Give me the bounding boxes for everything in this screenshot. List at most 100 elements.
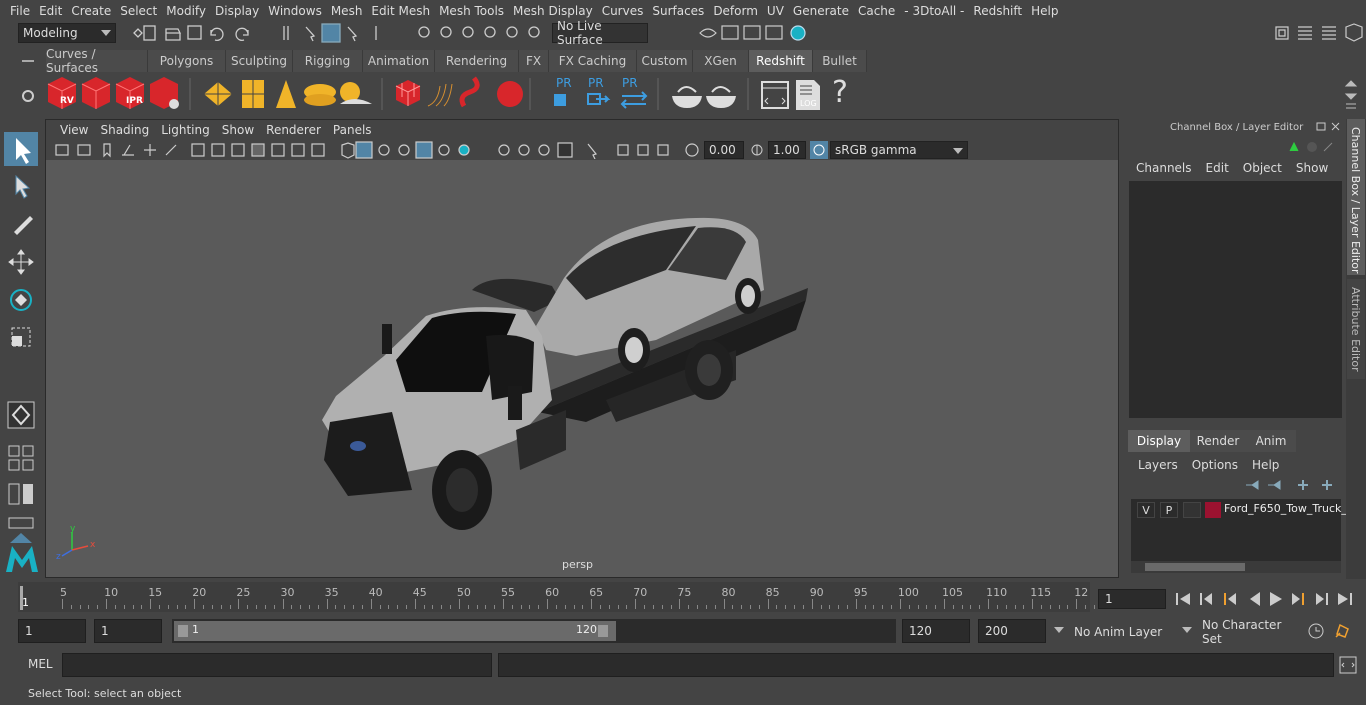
timeline-tick-mark [547,599,549,609]
menu-deform[interactable]: Deform [709,4,763,18]
tab-fx[interactable]: FX [519,50,549,72]
menu-select[interactable]: Select [116,4,162,18]
layer-menu-layers[interactable]: Layers [1138,458,1178,472]
tab-rigging[interactable]: Rigging [293,50,363,72]
timeline-minor-tick [353,605,355,609]
tab-fx-caching[interactable]: FX Caching [549,50,637,72]
start-time-field[interactable]: 1 [18,619,86,643]
range-slider-end-grip[interactable] [598,625,608,637]
menu-generate[interactable]: Generate [789,4,854,18]
vp-menu-show[interactable]: Show [216,123,260,137]
mel-label[interactable]: MEL [28,657,53,671]
current-frame-field[interactable]: 1 [1098,589,1166,609]
timeline-tick-label: 50 [456,586,471,599]
menu-display[interactable]: Display [211,4,264,18]
paint-select-tool-icon [14,216,33,235]
cb-menu-edit[interactable]: Edit [1206,161,1229,175]
rear-hub [697,354,721,386]
side-tab-channel-box[interactable]: Channel Box / Layer Editor [1347,119,1365,275]
tab-animation[interactable]: Animation [363,50,435,72]
3d-scene[interactable]: y x z persp [46,160,1118,577]
menu-surfaces[interactable]: Surfaces [648,4,709,18]
timeline-minor-tick [300,605,302,609]
layer-scrollbar[interactable] [1131,561,1341,573]
cb-menu-object[interactable]: Object [1243,161,1282,175]
color-management-icon[interactable] [810,141,828,159]
timeline-minor-tick [1093,605,1095,609]
help-button[interactable]: ? [832,76,848,110]
range-slider-track[interactable]: 1 120 [172,619,896,643]
cb-menu-channels[interactable]: Channels [1136,161,1192,175]
shelf-settings-icon[interactable] [20,88,36,104]
layer-visibility-toggle[interactable]: V [1137,502,1155,518]
go-to-start-button [1176,593,1190,605]
panel-float-close-icons[interactable] [1316,121,1344,133]
shelf-menu-icon[interactable] [20,56,36,66]
exposure-field[interactable]: 0.00 [704,141,744,159]
mel-command-input[interactable] [62,653,492,677]
time-slider[interactable]: 5 10 15 20 25 30 35 40 45 50 55 60 65 70 75 80 85 90 95 100… [0,580,1366,615]
layer-menu-options[interactable]: Options [1192,458,1238,472]
menu-file[interactable]: File [6,4,35,18]
live-surface-field[interactable]: No Live Surface [552,19,648,47]
tab-curves-surfaces[interactable]: Curves / Surfaces [46,47,148,75]
layer-display-type-toggle[interactable] [1183,502,1201,518]
vp-menu-view[interactable]: View [54,123,94,137]
layer-scrollbar-thumb[interactable] [1145,563,1245,571]
color-space-dropdown[interactable]: sRGB gamma [830,141,968,159]
menu-mesh-tools[interactable]: Mesh Tools [435,4,509,18]
tab-rendering[interactable]: Rendering [435,50,519,72]
layer-menu-help[interactable]: Help [1252,458,1279,472]
gamma-field[interactable]: 1.00 [768,141,806,159]
layer-color-swatch[interactable] [1205,502,1221,518]
menu-help[interactable]: Help [1027,4,1063,18]
timeline-minor-tick [344,605,346,609]
shelf-scroll-icon[interactable] [1344,78,1358,112]
menu-redshift[interactable]: Redshift [969,4,1027,18]
vp-menu-renderer[interactable]: Renderer [260,123,327,137]
menu-curves[interactable]: Curves [598,4,649,18]
tab-sculpting[interactable]: Sculpting [226,50,293,72]
vp-menu-lighting[interactable]: Lighting [155,123,216,137]
timeline-tick-mark [62,599,63,609]
end-time-field[interactable]: 200 [978,619,1046,643]
tab-polygons[interactable]: Polygons [148,50,226,72]
tab-layer-render[interactable]: Render [1190,430,1246,452]
menu-create[interactable]: Create [67,4,116,18]
playback-start-field[interactable]: 1 [94,619,162,643]
channel-list-area[interactable] [1129,181,1342,418]
move-tool-icon [8,249,34,275]
redshift-pr-button-2 [587,93,611,105]
tab-layer-display[interactable]: Display [1128,430,1190,452]
tab-custom[interactable]: Custom [637,50,693,72]
tab-bullet[interactable]: Bullet [813,50,867,72]
select-component-icon [347,26,358,42]
vp-menu-panels[interactable]: Panels [327,123,378,137]
tab-redshift[interactable]: Redshift [749,50,813,72]
layer-playback-toggle[interactable]: P [1160,502,1178,518]
range-slider-handle[interactable] [174,621,616,641]
range-slider-start-grip[interactable] [178,625,188,637]
layer-row[interactable]: V P Ford_F650_Tow_Truck_ [1131,499,1347,519]
menu-uv[interactable]: UV [763,4,789,18]
character-set-dropdown[interactable]: No Character Set [1180,618,1304,646]
menu-modify[interactable]: Modify [162,4,211,18]
script-editor-icon[interactable] [1338,655,1358,675]
tab-xgen[interactable]: XGen [693,50,749,72]
timeline-tick-label: 85 [765,586,780,599]
menu-mesh[interactable]: Mesh [327,4,368,18]
vp-menu-shading[interactable]: Shading [94,123,155,137]
tab-layer-anim[interactable]: Anim [1246,430,1296,452]
menu-set-dropdown[interactable]: Modeling [18,23,116,43]
menu-edit-mesh[interactable]: Edit Mesh [367,4,435,18]
playback-end-field[interactable]: 120 [902,619,970,643]
main-menu-bar: File Edit Create Select Modify Display W… [0,0,1366,21]
cb-menu-show[interactable]: Show [1296,161,1328,175]
menu-edit[interactable]: Edit [35,4,67,18]
menu-mesh-display[interactable]: Mesh Display [509,4,598,18]
anim-layer-dropdown[interactable]: No Anim Layer [1052,621,1190,643]
menu-3dtoall[interactable]: - 3DtoAll - [900,4,969,18]
menu-cache[interactable]: Cache [854,4,900,18]
menu-windows[interactable]: Windows [264,4,327,18]
side-tab-attribute-editor[interactable]: Attribute Editor [1347,279,1365,379]
